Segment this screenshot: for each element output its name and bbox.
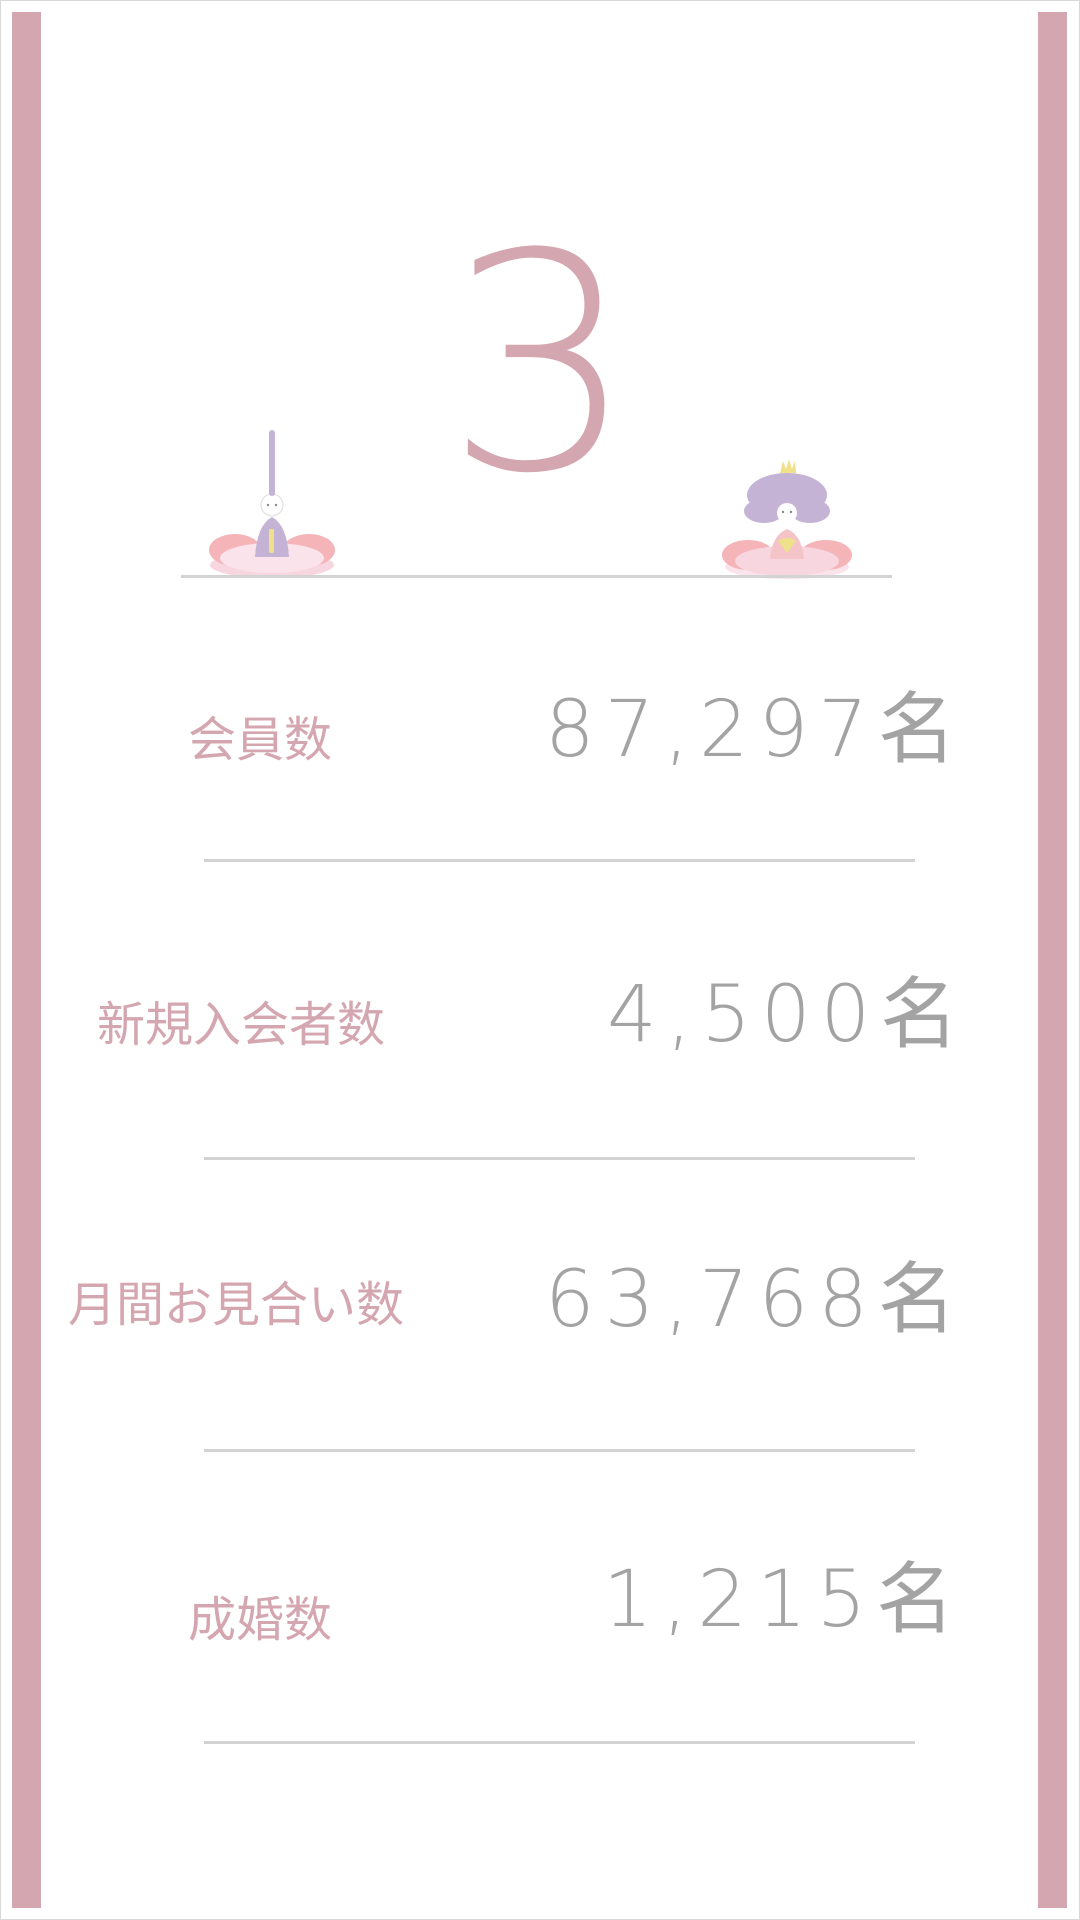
shelf-line — [181, 575, 892, 578]
divider — [204, 1741, 915, 1744]
stat-value-new-members: 4,500名 — [607, 970, 969, 1060]
stat-label-marriages: 成婚数 — [188, 1592, 333, 1648]
divider — [204, 859, 915, 862]
divider — [204, 1449, 915, 1452]
stat-value-monthly-meetings: 63,768名 — [545, 1255, 966, 1345]
divider — [204, 1157, 915, 1160]
stat-label-new-members: 新規入会者数 — [97, 997, 386, 1053]
hina-doll-empress-icon — [722, 459, 852, 579]
stat-label-members: 会員数 — [188, 712, 333, 768]
stat-label-monthly-meetings: 月間お見合い数 — [68, 1277, 405, 1333]
hina-doll-emperor-icon — [209, 430, 335, 578]
right-side-bar — [1038, 12, 1067, 1908]
month-number: 3 — [445, 190, 636, 539]
stat-value-members: 87,297名 — [545, 685, 966, 775]
stat-value-marriages: 1,215名 — [603, 1555, 965, 1645]
left-side-bar — [12, 12, 41, 1908]
